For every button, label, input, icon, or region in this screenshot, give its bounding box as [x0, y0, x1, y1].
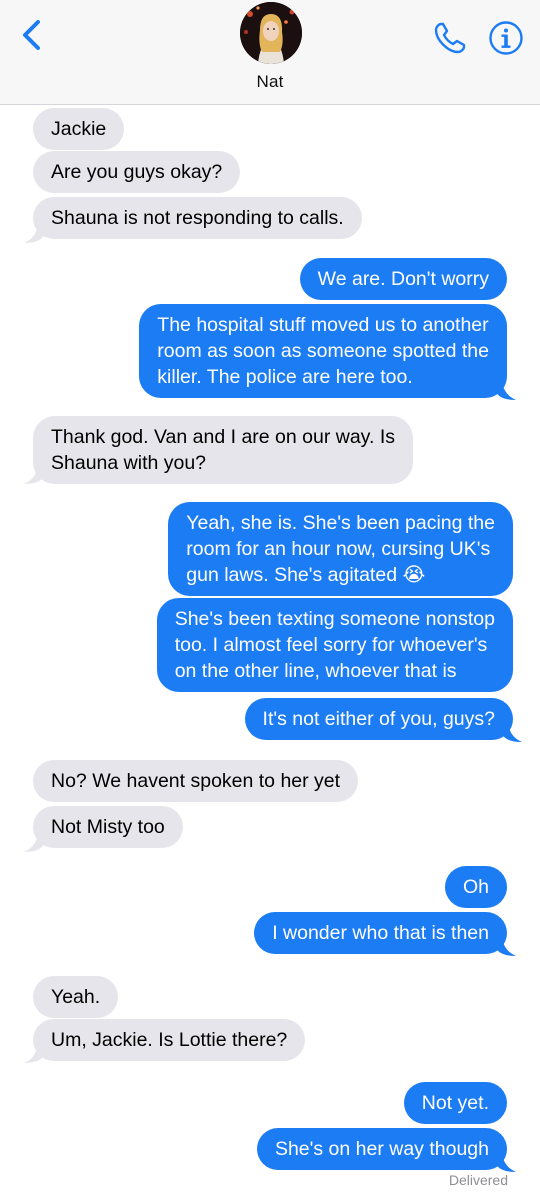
message-text: Yeah, she is. She's been pacing the	[186, 512, 495, 534]
bubble-tail	[24, 830, 44, 852]
message-text: Not yet.	[421, 1092, 489, 1114]
message-text: Not Misty too	[51, 816, 165, 838]
bubble-tail	[496, 934, 516, 956]
message-bubble-outgoing[interactable]: The hospital stuff moved us to another r…	[139, 304, 507, 398]
message-bubble-incoming[interactable]: Shauna is not responding to calls.	[33, 197, 362, 239]
message-bubble-incoming[interactable]: No? We havent spoken to her yet	[33, 760, 359, 802]
message-text: Thank god. Van and I are on our way. Is	[51, 426, 395, 448]
message-bubble-incoming[interactable]: Jackie	[33, 108, 125, 150]
message-text: gun laws. She's agitated 😭	[186, 564, 426, 586]
message-bubble-incoming[interactable]: Are you guys okay?	[33, 151, 241, 193]
message-text: I wonder who that is then	[272, 922, 489, 944]
message-bubble-incoming[interactable]: Thank god. Van and I are on our way. Is …	[33, 416, 413, 484]
message-bubble-outgoing[interactable]: Not yet.	[403, 1082, 507, 1124]
message-text: room for an hour now, cursing UK's	[186, 538, 491, 560]
message-text: The hospital stuff moved us to another	[157, 314, 489, 336]
call-button[interactable]	[432, 20, 468, 56]
contact-name[interactable]: Nat	[0, 72, 540, 92]
message-text: room as soon as someone spotted the	[157, 340, 489, 362]
message-text: She's been texting someone nonstop	[174, 608, 495, 630]
message-bubble-outgoing[interactable]: Oh	[444, 866, 507, 908]
message-text: Um, Jackie. Is Lottie there?	[51, 1029, 288, 1051]
message-text: Are you guys okay?	[51, 161, 223, 183]
message-bubble-outgoing[interactable]: She's been texting someone nonstop too. …	[156, 598, 513, 692]
bubble-tail	[24, 462, 44, 484]
contact-photo	[240, 2, 302, 64]
phone-icon	[434, 22, 466, 54]
message-text: No? We havent spoken to her yet	[51, 770, 341, 792]
message-text: Jackie	[51, 118, 107, 140]
message-bubble-incoming[interactable]: Yeah.	[33, 976, 119, 1018]
message-bubble-outgoing[interactable]: We are. Don't worry	[299, 258, 507, 300]
message-bubble-incoming[interactable]: Um, Jackie. Is Lottie there?	[33, 1019, 306, 1061]
chevron-left-icon	[23, 20, 40, 50]
back-button[interactable]	[16, 18, 50, 52]
message-bubble-outgoing[interactable]: I wonder who that is then	[254, 912, 507, 954]
bubble-tail	[502, 720, 522, 742]
info-icon	[489, 21, 523, 55]
info-button[interactable]	[488, 20, 524, 56]
message-text: Shauna with you?	[51, 452, 207, 474]
message-text: It's not either of you, guys?	[262, 708, 495, 730]
delivered-status: Delivered	[448, 1172, 508, 1188]
message-text: We are. Don't worry	[317, 268, 489, 290]
message-bubble-outgoing[interactable]: She's on her way though	[256, 1128, 507, 1170]
message-text: She's on her way though	[274, 1138, 489, 1160]
bubble-tail	[496, 1150, 516, 1172]
conversation-header: Nat	[0, 0, 540, 105]
bubble-tail	[24, 1041, 44, 1063]
message-text: on the other line, whoever that is	[174, 660, 457, 682]
message-bubble-incoming[interactable]: Not Misty too	[33, 806, 183, 848]
avatar[interactable]	[240, 2, 302, 64]
message-bubble-outgoing[interactable]: Yeah, she is. She's been pacing the room…	[168, 502, 513, 596]
bubble-tail	[496, 378, 516, 400]
bubble-tail	[24, 221, 44, 243]
message-text: Oh	[462, 876, 489, 898]
message-text: Shauna is not responding to calls.	[51, 207, 344, 229]
message-text: Yeah.	[51, 986, 101, 1008]
message-bubble-outgoing[interactable]: It's not either of you, guys?	[244, 698, 513, 740]
message-text: too. I almost feel sorry for whoever's	[174, 634, 488, 656]
message-text: killer. The police are here too.	[157, 366, 413, 388]
